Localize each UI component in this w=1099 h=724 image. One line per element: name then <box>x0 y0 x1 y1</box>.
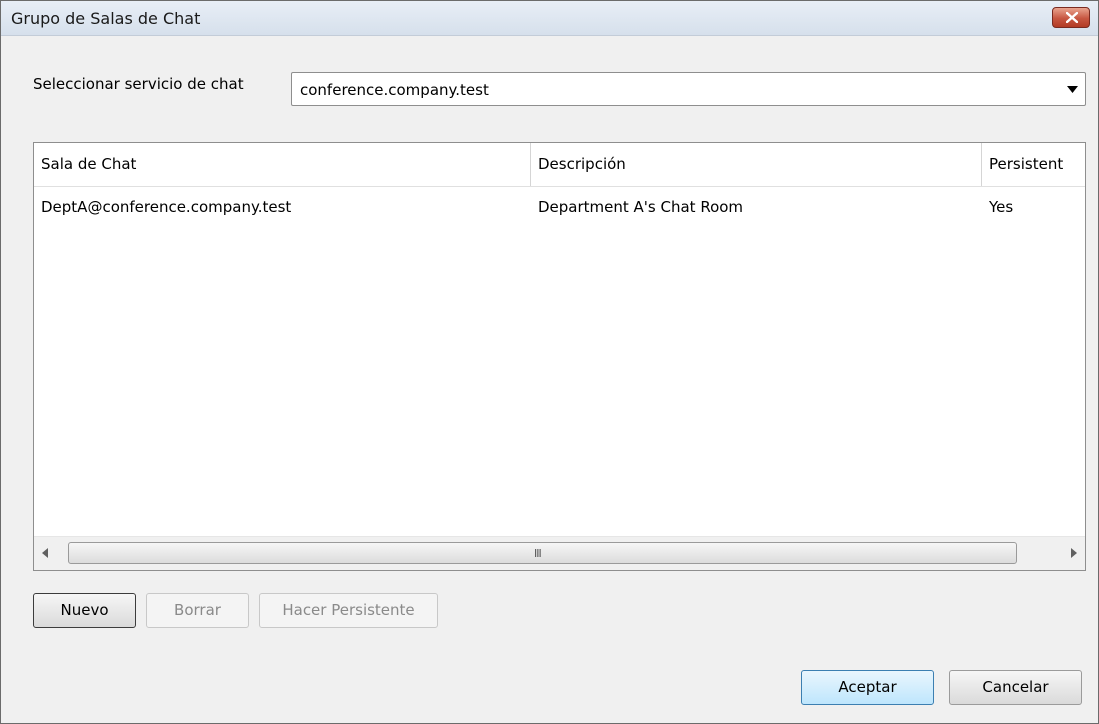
horizontal-scrollbar[interactable]: III <box>34 536 1085 570</box>
chevron-down-icon <box>1067 86 1078 93</box>
cancel-button[interactable]: Cancelar <box>949 670 1082 705</box>
dialog-window: Grupo de Salas de Chat Seleccionar servi… <box>0 0 1099 724</box>
close-icon <box>1066 12 1078 23</box>
chat-rooms-table[interactable]: Sala de Chat Descripción Persistent Dept… <box>33 142 1086 571</box>
scrollbar-thumb[interactable]: III <box>68 542 1017 564</box>
scrollbar-grip: III <box>534 547 542 560</box>
cell-room: DeptA@conference.company.test <box>41 198 292 216</box>
service-label: Seleccionar servicio de chat <box>33 75 244 93</box>
new-button[interactable]: Nuevo <box>33 593 136 628</box>
window-title: Grupo de Salas de Chat <box>11 9 201 28</box>
column-header-room[interactable]: Sala de Chat <box>34 143 531 186</box>
title-bar[interactable]: Grupo de Salas de Chat <box>1 1 1098 36</box>
cell-description: Department A's Chat Room <box>538 198 744 216</box>
accept-button[interactable]: Aceptar <box>801 670 934 705</box>
table-header: Sala de Chat Descripción Persistent <box>34 143 1085 187</box>
service-select[interactable]: conference.company.test <box>291 72 1086 106</box>
column-header-description[interactable]: Descripción <box>531 143 982 186</box>
column-header-persistent[interactable]: Persistent <box>982 143 1085 186</box>
make-persistent-button[interactable]: Hacer Persistente <box>259 593 438 628</box>
cell-persistent: Yes <box>989 198 1014 216</box>
scroll-right-icon[interactable] <box>1071 548 1077 558</box>
close-button[interactable] <box>1052 7 1090 28</box>
scroll-left-icon[interactable] <box>42 548 48 558</box>
delete-button[interactable]: Borrar <box>146 593 249 628</box>
service-select-value: conference.company.test <box>300 81 489 99</box>
table-row[interactable]: DeptA@conference.company.test Department… <box>34 186 1085 228</box>
